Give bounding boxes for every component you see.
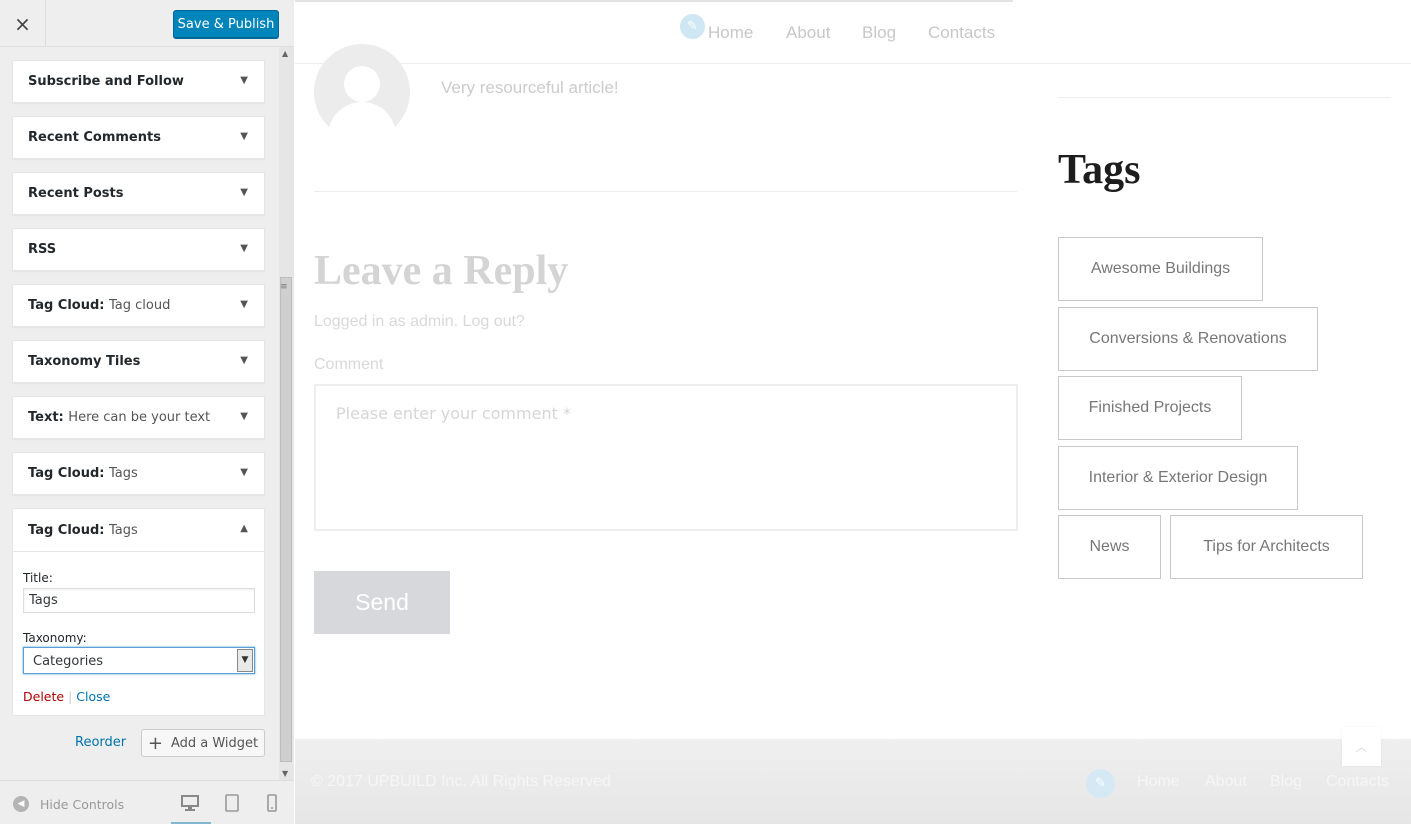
scroll-down-icon[interactable]: ▼	[282, 769, 288, 778]
site-navbar: ✎ Home About Blog Contacts	[295, 0, 1411, 64]
site-preview: ✎ Home About Blog Contacts Very resource…	[295, 0, 1411, 824]
widget-tag-cloud-tags-expanded: Tag Cloud: Tags ▲ Title: Taxonomy: Categ…	[12, 508, 265, 716]
widget-subtitle: Tags	[109, 466, 138, 481]
widget-header[interactable]: Tag Cloud: Tags ▲	[13, 509, 264, 552]
tag-news[interactable]: News	[1058, 515, 1161, 579]
tag-conversions-renovations[interactable]: Conversions & Renovations	[1058, 307, 1318, 371]
widget-subtitle: Tag cloud	[109, 298, 171, 313]
plus-icon: +	[147, 732, 163, 754]
comment-text: Very resourceful article!	[441, 78, 619, 97]
send-button[interactable]: Send	[314, 571, 450, 634]
comment-textarea[interactable]: Please enter your comment *	[314, 384, 1018, 531]
expand-arrow-icon[interactable]: ▼	[240, 411, 248, 422]
reorder-link[interactable]: Reorder	[75, 735, 126, 750]
action-separator: |	[68, 689, 73, 704]
widget-recent-comments[interactable]: Recent Comments ▼	[12, 116, 265, 159]
comment-field-label: Comment	[314, 356, 384, 373]
taxonomy-select[interactable]: Categories ▼	[23, 647, 255, 674]
expand-arrow-icon[interactable]: ▼	[240, 355, 248, 366]
tag-interior-exterior-design[interactable]: Interior & Exterior Design	[1058, 446, 1298, 510]
sidebar-scrollbar[interactable]: ▲ ≡ ▼	[279, 47, 294, 780]
reply-heading: Leave a Reply	[314, 248, 569, 294]
scroll-up-icon[interactable]: ▲	[282, 49, 288, 58]
widget-title: RSS	[28, 242, 57, 257]
taxonomy-select-value: Categories	[33, 654, 104, 669]
tags-heading: Tags	[1058, 147, 1141, 193]
widget-text[interactable]: Text: Here can be your text ▼	[12, 396, 265, 439]
footer-nav-about[interactable]: About	[1205, 773, 1247, 791]
widget-title: Recent Posts	[28, 186, 124, 201]
widget-title: Tag Cloud: Tags	[28, 466, 138, 481]
grip-icon: ≡	[280, 282, 288, 292]
navbar-top-border	[295, 0, 1013, 2]
delete-widget-link[interactable]: Delete	[23, 689, 64, 704]
taxonomy-field-label: Taxonomy:	[23, 631, 87, 645]
tag-tips-for-architects[interactable]: Tips for Architects	[1170, 515, 1363, 579]
widget-tag-cloud-tag-cloud[interactable]: Tag Cloud: Tag cloud ▼	[12, 284, 265, 327]
footer-nav-contacts[interactable]: Contacts	[1326, 773, 1389, 791]
desktop-preview-icon[interactable]	[180, 793, 200, 813]
widget-taxonomy-tiles[interactable]: Taxonomy Tiles ▼	[12, 340, 265, 383]
avatar	[314, 44, 410, 140]
chevron-up-icon[interactable]: ︿	[1342, 727, 1381, 766]
nav-about[interactable]: About	[786, 23, 830, 43]
close-customizer-button[interactable]: ×	[0, 0, 46, 47]
widget-subtitle: Here can be your text	[68, 410, 211, 425]
title-field[interactable]	[23, 588, 255, 613]
expand-arrow-icon[interactable]: ▼	[240, 467, 248, 478]
site-footer: ︿ © 2017 UPBUILD Inc. All Rights Reserve…	[295, 727, 1411, 824]
widget-subscribe-and-follow[interactable]: Subscribe and Follow ▼	[12, 60, 265, 103]
widget-tag-cloud-tags[interactable]: Tag Cloud: Tags ▼	[12, 452, 265, 495]
comment-placeholder: Please enter your comment *	[336, 404, 571, 423]
collapse-arrow-icon[interactable]: ▲	[240, 523, 248, 534]
widget-title: Tag Cloud: Tags	[28, 523, 138, 538]
copyright-text: © 2017 UPBUILD Inc. All Rights Reserved	[311, 773, 611, 790]
customizer-footer: ◀ Hide Controls	[0, 780, 294, 824]
widget-recent-posts[interactable]: Recent Posts ▼	[12, 172, 265, 215]
nav-contacts[interactable]: Contacts	[928, 23, 995, 43]
title-field-label: Title:	[23, 571, 53, 585]
nav-blog[interactable]: Blog	[862, 23, 896, 43]
tag-finished-projects[interactable]: Finished Projects	[1058, 376, 1242, 440]
tablet-preview-icon[interactable]	[224, 793, 240, 813]
widget-title: Text: Here can be your text	[28, 410, 211, 425]
hide-controls-label[interactable]: Hide Controls	[40, 797, 124, 812]
nav-home[interactable]: Home	[708, 23, 753, 43]
collapse-sidebar-icon[interactable]: ◀	[13, 796, 29, 812]
customizer-header: × Save & Publish	[0, 0, 294, 47]
save-publish-button[interactable]: Save & Publish	[173, 10, 279, 38]
widget-title: Taxonomy Tiles	[28, 354, 141, 369]
footer-nav-home[interactable]: Home	[1137, 773, 1180, 791]
expand-arrow-icon[interactable]: ▼	[240, 187, 248, 198]
widget-actions: Delete | Close	[23, 689, 110, 704]
pencil-icon[interactable]: ✎	[678, 12, 707, 41]
close-widget-link[interactable]: Close	[76, 689, 110, 704]
expand-arrow-icon[interactable]: ▼	[240, 299, 248, 310]
expand-arrow-icon[interactable]: ▼	[240, 243, 248, 254]
logged-in-text[interactable]: Logged in as admin. Log out?	[314, 313, 525, 331]
add-widget-label: Add a Widget	[170, 735, 259, 751]
widget-subtitle: Tags	[109, 523, 138, 538]
widget-title: Recent Comments	[28, 130, 161, 145]
widget-title: Subscribe and Follow	[28, 74, 184, 89]
chevron-down-icon[interactable]: ▼	[237, 649, 253, 672]
widget-title: Tag Cloud: Tag cloud	[28, 298, 171, 313]
mobile-preview-icon[interactable]	[266, 793, 278, 813]
widget-rss[interactable]: RSS ▼	[12, 228, 265, 271]
tag-awesome-buildings[interactable]: Awesome Buildings	[1058, 237, 1263, 301]
divider	[1058, 97, 1391, 98]
expand-arrow-icon[interactable]: ▼	[240, 131, 248, 142]
pencil-icon[interactable]: ✎	[1086, 769, 1115, 798]
expand-arrow-icon[interactable]: ▼	[240, 75, 248, 86]
customizer-sidebar: × Save & Publish Subscribe and Follow ▼ …	[0, 0, 294, 824]
scroll-thumb[interactable]	[280, 277, 292, 762]
footer-nav-blog[interactable]: Blog	[1270, 773, 1302, 791]
divider	[314, 191, 1017, 192]
add-widget-button[interactable]: + Add a Widget	[141, 729, 265, 757]
